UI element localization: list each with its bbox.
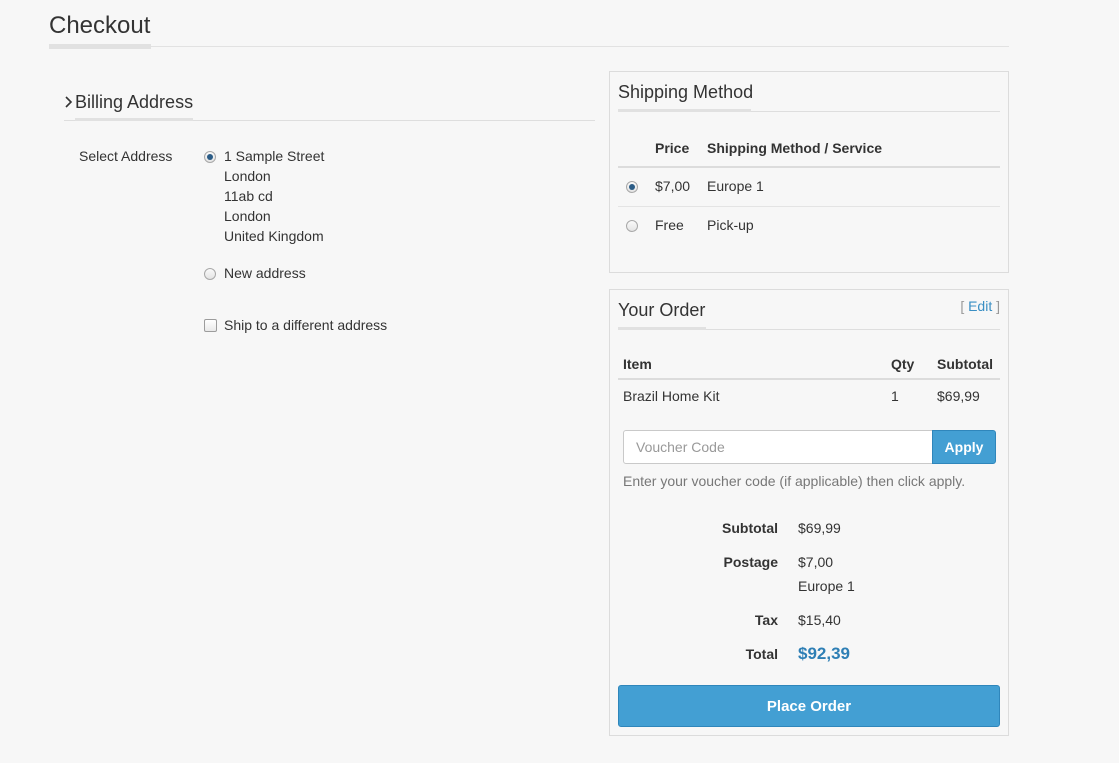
shipping-option-radio[interactable] — [626, 181, 638, 193]
row-divider — [618, 206, 1000, 207]
shipping-method-panel: Shipping Method Price Shipping Method / … — [609, 71, 1009, 273]
apply-voucher-button[interactable]: Apply — [932, 430, 996, 464]
shipping-price: Free — [655, 217, 684, 233]
panel-title-underline — [618, 109, 751, 112]
billing-address-title: Billing Address — [75, 92, 194, 112]
shipping-service: Pick-up — [707, 217, 754, 233]
edit-bracket: [ — [960, 298, 965, 314]
item-subtotal: $69,99 — [937, 388, 980, 404]
item-qty: 1 — [891, 388, 899, 404]
panel-title-underline — [618, 327, 706, 330]
new-address-radio[interactable] — [204, 268, 216, 280]
address-line: London — [224, 208, 271, 224]
item-name: Brazil Home Kit — [623, 388, 720, 404]
postage-value: $7,00 — [798, 554, 834, 570]
your-order-title: Your Order — [618, 300, 706, 320]
edit-link-text[interactable]: Edit — [968, 298, 992, 314]
tax-value: $15,40 — [798, 612, 841, 628]
page-title: Checkout — [49, 12, 151, 39]
edit-order-link[interactable]: [ Edit ] — [960, 298, 1000, 314]
address-line: London — [224, 168, 271, 184]
shipping-service: Europe 1 — [707, 178, 764, 194]
shipping-price: $7,00 — [655, 178, 691, 194]
page-title-underline — [49, 44, 151, 49]
address-line: 11ab cd — [224, 188, 273, 204]
subtotal-value: $69,99 — [798, 520, 841, 536]
table-header-divider — [618, 166, 1000, 168]
subtotal-label: Subtotal — [722, 520, 778, 536]
chevron-right-icon — [65, 96, 73, 108]
shipping-option-radio[interactable] — [626, 220, 638, 232]
edit-bracket: ] — [996, 298, 1000, 314]
qty-header: Qty — [891, 356, 915, 372]
total-value: $92,39 — [798, 644, 850, 663]
item-header: Item — [623, 356, 652, 372]
shipping-method-title: Shipping Method — [618, 82, 754, 102]
billing-address-header[interactable]: Billing Address — [64, 82, 595, 121]
page-header: Checkout — [49, 0, 1009, 49]
new-address-label[interactable]: New address — [224, 265, 306, 281]
voucher-help-text: Enter your voucher code (if applicable) … — [623, 473, 966, 489]
service-header: Shipping Method / Service — [707, 140, 883, 156]
price-header: Price — [655, 140, 690, 156]
table-header-divider — [618, 378, 1000, 380]
subtotal-header: Subtotal — [937, 356, 993, 372]
postage-label: Postage — [723, 554, 778, 570]
voucher-code-input[interactable] — [623, 430, 933, 464]
postage-method: Europe 1 — [798, 578, 855, 594]
tax-label: Tax — [754, 612, 778, 628]
ship-different-label[interactable]: Ship to a different address — [224, 317, 387, 333]
place-order-button[interactable]: Place Order — [618, 685, 1000, 727]
billing-title-underline — [75, 118, 193, 121]
address-line: United Kingdom — [224, 228, 324, 244]
saved-address-radio[interactable] — [204, 151, 216, 163]
select-address-label: Select Address — [79, 148, 173, 164]
address-line: 1 Sample Street — [224, 148, 325, 164]
ship-different-checkbox[interactable] — [204, 319, 217, 332]
total-label: Total — [745, 646, 778, 662]
your-order-panel: Your Order [ Edit ] Item Qty Subtotal Br… — [609, 289, 1009, 736]
